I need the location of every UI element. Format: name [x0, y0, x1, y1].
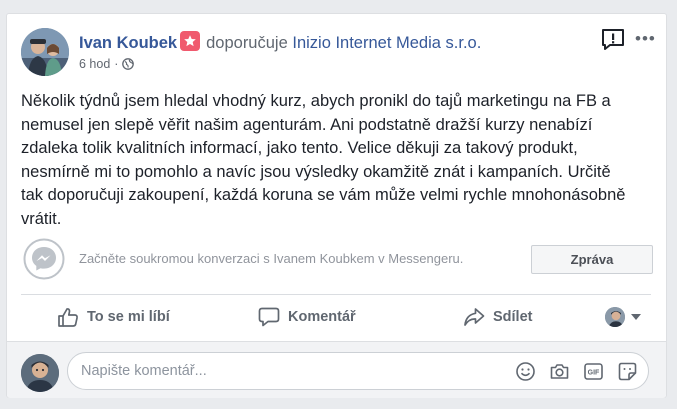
share-label: Sdílet [493, 309, 533, 325]
messenger-icon [23, 238, 65, 280]
thumbs-up-icon [58, 308, 78, 327]
comment-button[interactable]: Komentář [258, 295, 356, 339]
recommends-text: doporučuje [206, 34, 288, 52]
like-button[interactable]: To se mi líbí [57, 295, 170, 339]
comment-input[interactable]: Napište komentář... GIF [67, 352, 649, 390]
author-avatar[interactable] [21, 28, 69, 76]
author-name[interactable]: Ivan Koubek [79, 34, 177, 52]
emoji-icon[interactable] [515, 361, 536, 382]
share-button[interactable]: Sdílet [463, 295, 532, 339]
report-icon[interactable] [601, 28, 625, 52]
chevron-down-icon [631, 314, 641, 320]
comment-placeholder: Napište komentář... [81, 363, 207, 379]
sticker-icon[interactable] [617, 361, 638, 382]
gif-icon[interactable]: GIF [583, 361, 604, 382]
post-timestamp[interactable]: 6 hod [79, 57, 110, 71]
post-body: Několik týdnů jsem hledal vhodný kurz, a… [21, 92, 626, 228]
post-header: Ivan Koubek doporučuje Inizio Internet Me… [79, 31, 481, 53]
page-name-link[interactable]: Inizio Internet Media s.r.o. [292, 34, 481, 52]
like-label: To se mi líbí [87, 309, 170, 325]
user-avatar-small [605, 307, 625, 327]
messenger-prompt: Začněte soukromou konverzaci s Ivanem Ko… [21, 238, 653, 280]
svg-text:GIF: GIF [588, 370, 600, 377]
share-icon [464, 308, 485, 326]
comment-composer: Napište komentář... GIF [7, 341, 666, 398]
globe-icon[interactable] [122, 58, 135, 70]
comment-label: Komentář [288, 309, 356, 325]
post-meta: 6 hod · [79, 57, 135, 71]
meta-separator: · [114, 57, 119, 71]
camera-icon[interactable] [549, 361, 570, 382]
post-card: Ivan Koubek doporučuje Inizio Internet Me… [6, 13, 667, 398]
action-bar: To se mi líbí Komentář Sdílet [21, 295, 651, 339]
recommendation-icon [180, 31, 201, 51]
more-options-button[interactable]: ••• [635, 30, 656, 47]
comment-tools: GIF [515, 361, 638, 382]
message-button[interactable]: Zpráva [531, 245, 653, 274]
messenger-prompt-text: Začněte soukromou konverzaci s Ivanem Ko… [79, 251, 464, 266]
post-as-selector[interactable] [605, 295, 641, 339]
comment-icon [258, 307, 280, 327]
current-user-avatar[interactable] [21, 354, 59, 392]
